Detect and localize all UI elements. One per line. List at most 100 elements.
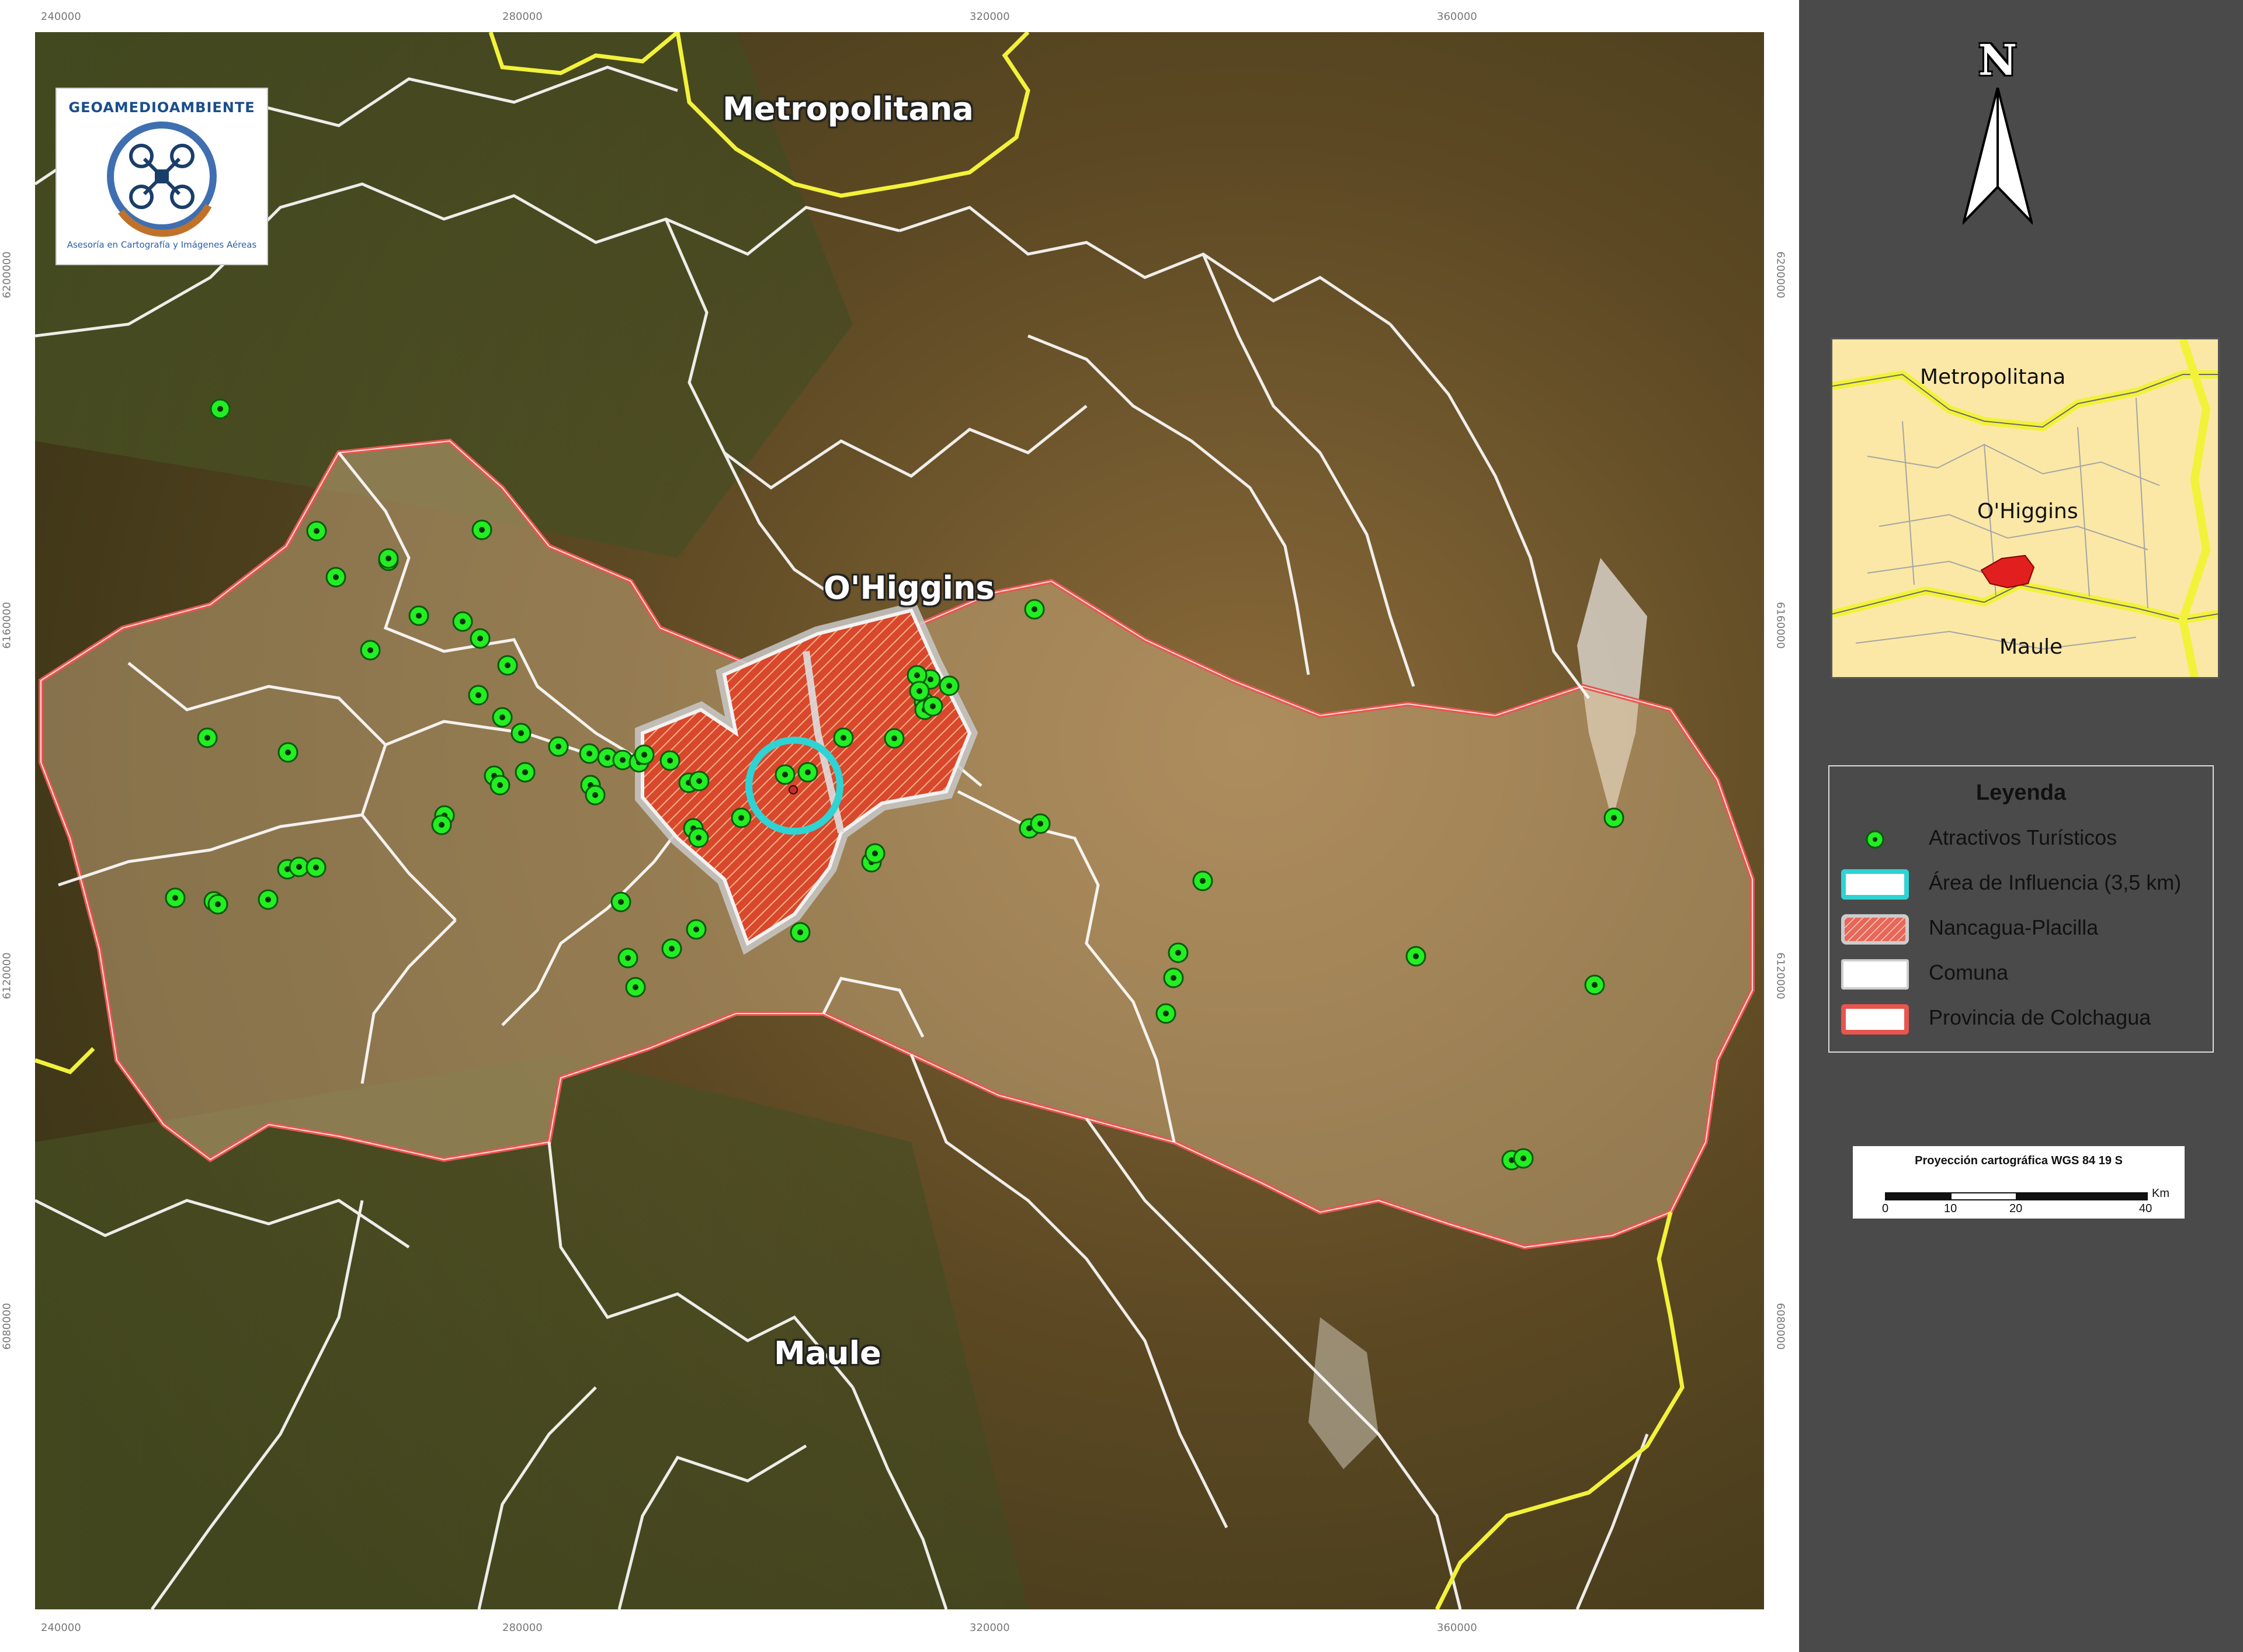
attraction-marker-center — [217, 406, 223, 412]
attraction-marker-center — [333, 574, 339, 580]
tick-top: 240000 — [41, 11, 81, 23]
attraction-marker-center — [215, 901, 221, 907]
attraction-marker-center — [1175, 950, 1181, 956]
attraction-marker-center — [1592, 982, 1598, 988]
tick-right: 6120000 — [1774, 952, 1787, 999]
attraction-marker-center — [477, 636, 483, 641]
logo-subtitle: Asesoría en Cartografía y Imágenes Aérea… — [67, 240, 257, 250]
scale-label: 0 — [1882, 1202, 1889, 1215]
tick-left: 6160000 — [1, 602, 13, 649]
tick-right: 6200000 — [1774, 251, 1787, 299]
attraction-marker-center — [586, 751, 592, 756]
attraction-marker-center — [797, 929, 803, 935]
attraction-marker-center — [265, 897, 271, 903]
attraction-marker-center — [505, 662, 511, 668]
attraction-marker-center — [841, 735, 846, 741]
tick-top: 280000 — [502, 11, 543, 23]
attraction-marker-center — [1413, 953, 1419, 959]
attraction-marker-center — [633, 984, 638, 990]
legend-item: Nancagua-Placilla — [1841, 912, 2203, 947]
attraction-marker-center — [696, 778, 702, 784]
map-frame: 240000 280000 320000 360000 240000 28000… — [0, 0, 1799, 1652]
legend-item: Atractivos Turísticos — [1841, 822, 2203, 857]
attraction-marker-center — [555, 744, 561, 749]
attraction-marker-center — [1200, 878, 1206, 884]
map-legend: Leyenda Atractivos Turísticos Área de In… — [1828, 765, 2214, 1053]
attraction-marker-center — [620, 757, 626, 763]
legend-item: Comuna — [1841, 957, 2203, 992]
attraction-marker-center — [669, 946, 675, 952]
tick-bottom: 360000 — [1437, 1622, 1477, 1634]
attraction-marker-center — [605, 755, 610, 761]
north-arrow-icon — [1963, 88, 2033, 225]
attraction-marker-center — [439, 822, 445, 828]
attraction-marker-center — [1520, 1155, 1526, 1161]
attraction-marker-center — [314, 528, 320, 534]
tick-bottom: 280000 — [502, 1622, 543, 1634]
tick-bottom: 320000 — [970, 1622, 1010, 1634]
legend-title: Leyenda — [1975, 780, 2067, 805]
attraction-marker-center — [891, 735, 897, 741]
satellite-map[interactable]: Metropolitana O'Higgins Maule — [35, 32, 1764, 1609]
location-inset-map: Metropolitana O'Higgins Maule — [1831, 338, 2220, 679]
attraction-marker-center — [367, 647, 373, 653]
attraction-marker-center — [872, 851, 878, 856]
attraction-marker-center — [522, 769, 528, 775]
scale-bar: Proyección cartográfica WGS 84 19 S Km 0… — [1853, 1146, 2185, 1219]
scale-label: 20 — [2009, 1202, 2023, 1215]
attraction-marker-center — [928, 676, 933, 682]
legend-label: Provincia de Colchagua — [1929, 1005, 2151, 1029]
legend-item: Área de Influencia (3,5 km) — [1841, 867, 2203, 902]
tick-right: 6080000 — [1774, 1303, 1787, 1350]
attraction-marker-center — [1611, 815, 1617, 821]
attraction-marker-center — [296, 864, 302, 870]
attraction-marker-center — [946, 683, 952, 689]
attraction-marker-center — [805, 769, 811, 775]
north-arrow: N — [1963, 35, 2033, 228]
attraction-marker-center — [1037, 821, 1043, 827]
inset-label-metropolitana: Metropolitana — [1920, 365, 2066, 389]
attraction-marker-center — [696, 835, 702, 841]
company-logo: GEOAMEDIOAMBIENTE Asesoría en Cartografí… — [55, 88, 268, 265]
attraction-marker-center — [782, 772, 788, 778]
scale-unit: Km — [2152, 1187, 2169, 1200]
tick-left: 6200000 — [1, 251, 13, 299]
attraction-marker-center — [172, 895, 178, 901]
attraction-marker-center — [313, 865, 319, 870]
red-box-icon — [1841, 1004, 1909, 1035]
attraction-marker-center — [592, 792, 598, 798]
scale-label: 40 — [2139, 1202, 2152, 1215]
attraction-marker-center — [1171, 975, 1176, 981]
region-label-ohiggins: O'Higgins — [824, 570, 995, 606]
attraction-marker-center — [930, 703, 936, 709]
legend-label: Comuna — [1929, 960, 2009, 984]
white-box-icon — [1841, 959, 1909, 990]
town-center-dot — [789, 785, 798, 794]
attraction-marker-center — [386, 556, 391, 561]
attraction-marker-center — [914, 672, 920, 678]
attraction-marker-center — [1163, 1011, 1169, 1016]
attraction-marker-center — [693, 926, 699, 932]
hatched-red-box-icon — [1841, 914, 1909, 945]
legend-label: Atractivos Turísticos — [1929, 825, 2117, 849]
tick-left: 6080000 — [1, 1303, 13, 1350]
attraction-marker-center — [625, 955, 631, 961]
drone-icon — [107, 122, 217, 237]
attraction-marker-center — [204, 735, 210, 741]
legend-item: Provincia de Colchagua — [1841, 1002, 2203, 1037]
attraction-marker-center — [475, 692, 481, 698]
scale-label: 10 — [1944, 1202, 1957, 1215]
attraction-marker-center — [916, 688, 922, 694]
legend-label: Nancagua-Placilla — [1929, 915, 2099, 939]
inset-label-ohiggins: O'Higgins — [1977, 499, 2078, 523]
attraction-marker-center — [618, 899, 624, 905]
tick-top: 360000 — [1437, 11, 1477, 23]
cyan-box-icon — [1841, 869, 1909, 900]
attraction-marker-center — [667, 758, 673, 763]
north-letter: N — [1978, 35, 2017, 85]
attraction-marker-center — [479, 527, 485, 533]
attraction-marker-center — [641, 752, 647, 758]
attraction-marker-center — [518, 730, 524, 736]
inset-label-maule: Maule — [1999, 635, 2063, 659]
attraction-marker-center — [738, 815, 744, 821]
